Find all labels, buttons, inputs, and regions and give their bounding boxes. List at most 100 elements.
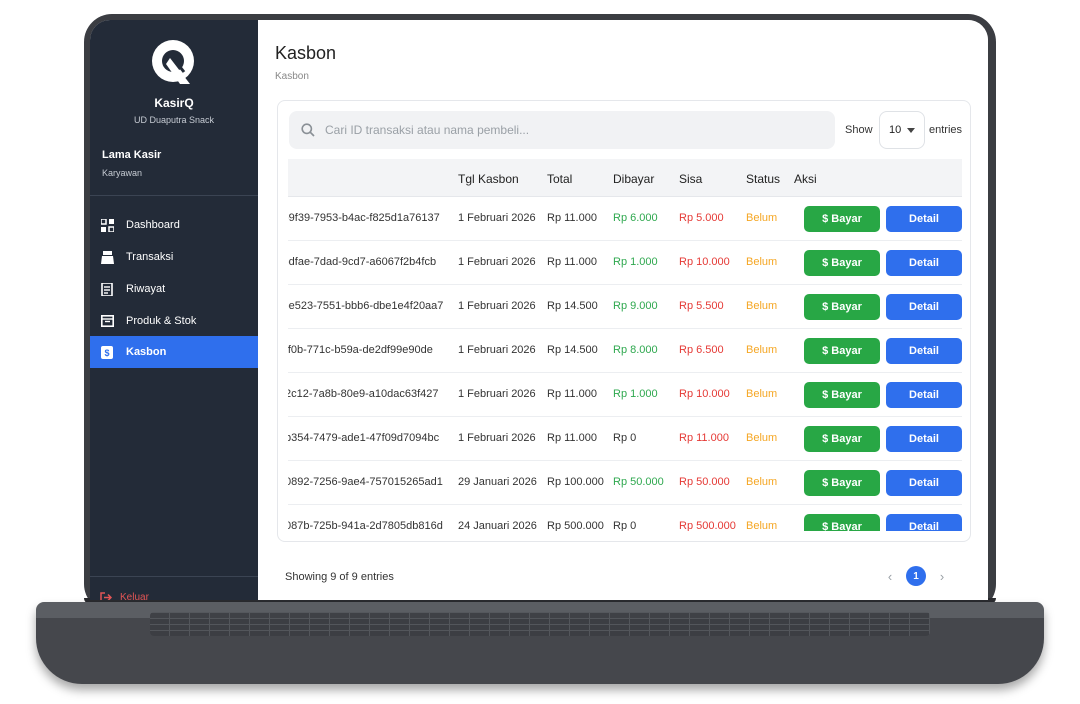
table-row: b354-7479-ade1-47f09d7094bc 1 Februari 20… xyxy=(288,417,962,461)
logout-label: Keluar xyxy=(120,592,149,600)
cell-date: 1 Februari 2026 xyxy=(458,344,536,356)
column-header-status[interactable]: Status xyxy=(746,172,780,186)
cell-id: 2c12-7a8b-80e9-a10dac63f427 xyxy=(288,388,439,400)
caret-down-icon xyxy=(907,127,915,133)
sidebar-item-label: Transaksi xyxy=(126,251,174,263)
page-button-current[interactable]: 1 xyxy=(906,566,926,586)
cell-rest: Rp 10.000 xyxy=(679,388,730,400)
cell-rest: Rp 5.500 xyxy=(679,300,724,312)
column-header-aksi: Aksi xyxy=(794,172,817,186)
cell-id: -9f39-7953-b4ac-f825d1a76137 xyxy=(288,212,440,224)
laptop-keyboard xyxy=(150,612,930,636)
column-header-dibayar[interactable]: Dibayar xyxy=(613,172,654,186)
cell-rest: Rp 500.000 xyxy=(679,520,736,531)
table-row: ff0b-771c-b59a-de2df99e90de 1 Februari 20… xyxy=(288,329,962,373)
detail-button[interactable]: Detail xyxy=(886,250,962,276)
sidebar-item-dashboard[interactable]: Dashboard xyxy=(90,209,258,241)
cell-rest: Rp 11.000 xyxy=(679,432,729,444)
bayar-button[interactable]: $ Bayar xyxy=(804,206,880,232)
sidebar-item-riwayat[interactable]: Riwayat xyxy=(90,273,258,305)
user-role: Karyawan xyxy=(102,168,143,178)
laptop-screen: KasirQ UD Duaputra Snack Lama Kasir Kary… xyxy=(90,20,988,600)
detail-button[interactable]: Detail xyxy=(886,338,962,364)
detail-button[interactable]: Detail xyxy=(886,382,962,408)
kasbon-card: Show 10 entries ID Tgl Kasbon Total Diba… xyxy=(277,100,971,542)
column-header-total[interactable]: Total xyxy=(547,172,572,186)
cell-total: Rp 11.000 xyxy=(547,432,597,444)
cell-status: Belum xyxy=(746,212,778,224)
logout-icon xyxy=(100,592,112,600)
detail-button[interactable]: Detail xyxy=(886,470,962,496)
detail-button[interactable]: Detail xyxy=(886,426,962,452)
cell-paid: Rp 1.000 xyxy=(613,256,658,268)
bayar-button[interactable]: $ Bayar xyxy=(804,338,880,364)
cell-total: Rp 11.000 xyxy=(547,388,597,400)
kasbon-table: ID Tgl Kasbon Total Dibayar Sisa Status … xyxy=(288,159,962,531)
sidebar-item-transaksi[interactable]: Transaksi xyxy=(90,241,258,273)
column-header-sisa[interactable]: Sisa xyxy=(679,172,702,186)
entries-select[interactable]: 10 xyxy=(879,111,925,149)
cell-status: Belum xyxy=(746,432,778,444)
sidebar-item-label: Dashboard xyxy=(126,219,180,231)
cell-status: Belum xyxy=(746,388,778,400)
show-label: Show xyxy=(845,124,873,136)
cell-total: Rp 100.000 xyxy=(547,476,604,488)
cell-status: Belum xyxy=(746,476,778,488)
prev-page-icon[interactable]: ‹ xyxy=(882,569,898,584)
cell-id: -dfae-7dad-9cd7-a6067f2b4fcb xyxy=(288,256,437,268)
pagination: ‹ 1 › xyxy=(882,565,962,587)
svg-text:$: $ xyxy=(104,348,109,358)
next-page-icon[interactable]: › xyxy=(934,569,950,584)
cell-total: Rp 14.500 xyxy=(547,300,598,312)
table-row: 0892-7256-9ae4-757015265ad1 29 Januari 20… xyxy=(288,461,962,505)
kasirq-logo-icon xyxy=(152,40,194,84)
bayar-button[interactable]: $ Bayar xyxy=(804,294,880,320)
main-content: Kasbon Kasbon Show 10 entries ID Tgl K xyxy=(258,20,988,600)
detail-button[interactable]: Detail xyxy=(886,294,962,320)
cell-total: Rp 14.500 xyxy=(547,344,598,356)
sidebar-item-produk-stok[interactable]: Produk & Stok xyxy=(90,305,258,337)
cell-date: 1 Februari 2026 xyxy=(458,432,536,444)
sidebar-item-kasbon[interactable]: $ Kasbon xyxy=(90,336,258,368)
user-name: Lama Kasir xyxy=(102,149,162,161)
table-row: -e523-7551-bbb6-dbe1e4f20aa7 1 Februari 2… xyxy=(288,285,962,329)
bayar-button[interactable]: $ Bayar xyxy=(804,250,880,276)
cell-total: Rp 11.000 xyxy=(547,256,597,268)
logout-button[interactable]: Keluar xyxy=(100,592,149,600)
cell-rest: Rp 50.000 xyxy=(679,476,730,488)
cell-paid: Rp 6.000 xyxy=(613,212,658,224)
cell-id: -e523-7551-bbb6-dbe1e4f20aa7 xyxy=(288,300,444,312)
cell-date: 1 Februari 2026 xyxy=(458,212,536,224)
receipt-icon xyxy=(100,282,114,296)
bayar-button[interactable]: $ Bayar xyxy=(804,514,880,531)
cell-date: 24 Januari 2026 xyxy=(458,520,537,531)
table-row: 2c12-7a8b-80e9-a10dac63f427 1 Februari 20… xyxy=(288,373,962,417)
cell-rest: Rp 5.000 xyxy=(679,212,724,224)
cell-rest: Rp 6.500 xyxy=(679,344,724,356)
search-icon xyxy=(301,123,315,137)
cell-status: Belum xyxy=(746,344,778,356)
cell-id: b354-7479-ade1-47f09d7094bc xyxy=(288,432,440,444)
table-row: -dfae-7dad-9cd7-a6067f2b4fcb 1 Februari 2… xyxy=(288,241,962,285)
cell-id: 0892-7256-9ae4-757015265ad1 xyxy=(288,476,443,488)
search-bar[interactable] xyxy=(289,111,835,149)
cell-paid: Rp 0 xyxy=(613,520,637,531)
cell-id: ff0b-771c-b59a-de2df99e90de xyxy=(288,344,433,356)
detail-button[interactable]: Detail xyxy=(886,514,962,531)
dashboard-grid-icon xyxy=(100,218,114,232)
column-header-tgl-kasbon[interactable]: Tgl Kasbon xyxy=(458,172,519,186)
cell-date: 1 Februari 2026 xyxy=(458,388,536,400)
sidebar: KasirQ UD Duaputra Snack Lama Kasir Kary… xyxy=(90,20,258,600)
bayar-button[interactable]: $ Bayar xyxy=(804,470,880,496)
bayar-button[interactable]: $ Bayar xyxy=(804,382,880,408)
cell-paid: Rp 8.000 xyxy=(613,344,658,356)
table-row: -9f39-7953-b4ac-f825d1a76137 1 Februari 2… xyxy=(288,197,962,241)
entries-summary: Showing 9 of 9 entries xyxy=(285,571,394,583)
detail-button[interactable]: Detail xyxy=(886,206,962,232)
cash-register-icon xyxy=(100,250,114,264)
inventory-box-icon xyxy=(100,314,114,328)
breadcrumb[interactable]: Kasbon xyxy=(275,71,309,82)
bayar-button[interactable]: $ Bayar xyxy=(804,426,880,452)
search-input[interactable] xyxy=(325,123,815,137)
sidebar-item-label: Produk & Stok xyxy=(126,315,197,327)
